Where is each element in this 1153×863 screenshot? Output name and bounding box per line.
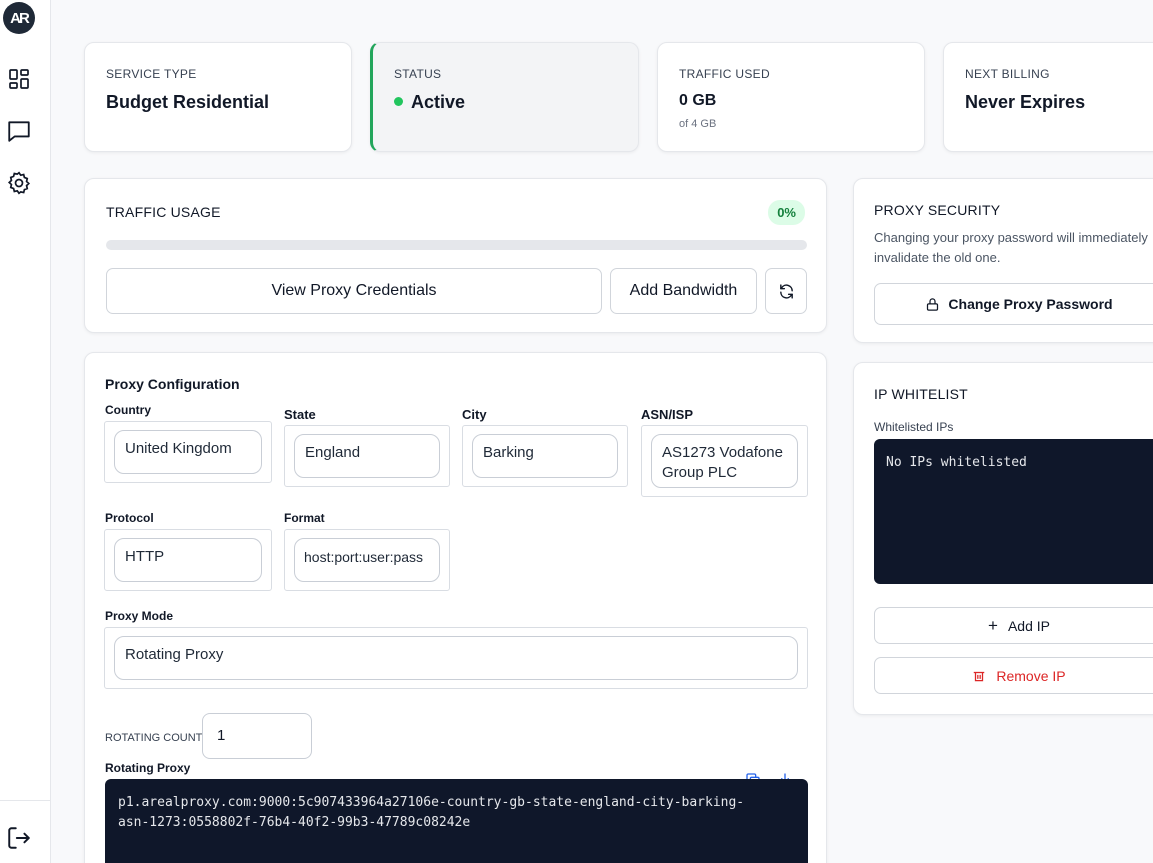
lock-icon <box>927 297 939 311</box>
proxy-security-card: PROXY SECURITY Changing your proxy passw… <box>853 178 1153 343</box>
plus-icon: + <box>988 615 998 635</box>
whitelisted-ips-textarea[interactable]: No IPs whitelisted <box>874 439 1153 584</box>
asn-field-wrapper: AS1273 Vodafone Group PLC <box>641 425 808 497</box>
next-billing-card: NEXT BILLING Never Expires <box>943 42 1153 152</box>
protocol-label: Protocol <box>105 511 154 525</box>
service-type-label: SERVICE TYPE <box>106 67 197 81</box>
traffic-usage-title: TRAFFIC USAGE <box>106 204 221 220</box>
add-ip-label: Add IP <box>1007 617 1050 634</box>
change-proxy-password-button[interactable]: Change Proxy Password <box>874 283 1153 325</box>
whitelisted-ips-label: Whitelisted IPs <box>874 420 954 434</box>
status-value: Active <box>394 92 465 113</box>
format-select[interactable]: host:port:user:pass <box>294 538 440 582</box>
logout-icon[interactable] <box>6 825 32 851</box>
city-select[interactable]: Barking <box>472 434 618 478</box>
sidebar-divider <box>0 800 51 801</box>
status-card: STATUS Active <box>370 42 639 152</box>
proxy-mode-field-wrapper: Rotating Proxy <box>104 627 808 689</box>
traffic-usage-card: TRAFFIC USAGE 0% View Proxy Credentials … <box>84 178 827 333</box>
ip-whitelist-card: IP WHITELIST Whitelisted IPs No IPs whit… <box>853 362 1153 715</box>
dashboard-icon[interactable] <box>6 66 32 92</box>
state-field-wrapper: England <box>284 425 450 487</box>
service-type-card: SERVICE TYPE Budget Residential <box>84 42 352 152</box>
state-select[interactable]: England <box>294 434 440 478</box>
change-proxy-password-label: Change Proxy Password <box>948 296 1113 312</box>
country-field-wrapper: United Kingdom <box>104 421 272 483</box>
add-bandwidth-button[interactable]: Add Bandwidth <box>610 268 757 314</box>
traffic-used-label: TRAFFIC USED <box>679 67 770 81</box>
city-label: City <box>462 407 487 422</box>
rotating-count-label: ROTATING COUNT <box>105 732 203 744</box>
status-label: STATUS <box>394 67 442 81</box>
proxy-configuration-card: Proxy Configuration Country United Kingd… <box>84 352 827 863</box>
traffic-used-value: 0 GB <box>679 92 717 109</box>
asn-select[interactable]: AS1273 Vodafone Group PLC <box>651 434 798 488</box>
city-field-wrapper: Barking <box>462 425 628 487</box>
format-field-wrapper: host:port:user:pass <box>284 529 450 591</box>
proxy-mode-select[interactable]: Rotating Proxy <box>114 636 798 680</box>
country-select[interactable]: United Kingdom <box>114 430 262 474</box>
state-label: State <box>284 407 316 422</box>
refresh-icon <box>779 283 793 299</box>
trash-icon <box>974 671 985 681</box>
traffic-used-card: TRAFFIC USED 0 GB of 4 GB <box>657 42 925 152</box>
proxy-string: p1.arealproxy.com:9000:5c907433964a27106… <box>118 795 745 830</box>
whitelist-empty-text: No IPs whitelisted <box>886 455 1027 470</box>
proxy-security-title: PROXY SECURITY <box>874 202 1001 218</box>
brand-logo[interactable]: AR <box>3 2 35 34</box>
add-ip-button[interactable]: + Add IP <box>874 607 1153 644</box>
remove-ip-label: Remove IP <box>996 667 1066 684</box>
refresh-button[interactable] <box>765 268 807 314</box>
next-billing-value: Never Expires <box>965 92 1086 112</box>
proxy-security-description: Changing your proxy password will immedi… <box>874 230 1148 265</box>
rotating-count-input[interactable]: 1 <box>202 713 312 759</box>
service-type-value: Budget Residential <box>106 92 270 112</box>
rotating-proxy-label: Rotating Proxy <box>105 761 191 775</box>
rotating-proxy-output[interactable]: p1.arealproxy.com:9000:5c907433964a27106… <box>105 779 808 863</box>
proxy-configuration-title: Proxy Configuration <box>105 376 240 392</box>
sidebar: AR <box>0 0 51 863</box>
status-dot <box>394 96 403 106</box>
ip-whitelist-title: IP WHITELIST <box>874 386 968 402</box>
view-proxy-credentials-button[interactable]: View Proxy Credentials <box>106 268 602 314</box>
chat-icon[interactable] <box>6 118 32 144</box>
format-label: Format <box>284 511 325 525</box>
protocol-select[interactable]: HTTP <box>114 538 262 582</box>
next-billing-label: NEXT BILLING <box>965 67 1050 81</box>
usage-percent-badge: 0% <box>768 200 805 225</box>
asn-label: ASN/ISP <box>641 407 694 422</box>
remove-ip-button[interactable]: Remove IP <box>874 657 1153 694</box>
protocol-field-wrapper: HTTP <box>104 529 272 591</box>
proxy-mode-label: Proxy Mode <box>105 609 174 623</box>
country-label: Country <box>105 403 151 417</box>
gear-icon[interactable] <box>6 170 32 196</box>
traffic-used-sub: of 4 GB <box>679 118 717 130</box>
traffic-progress-bar <box>106 240 807 250</box>
